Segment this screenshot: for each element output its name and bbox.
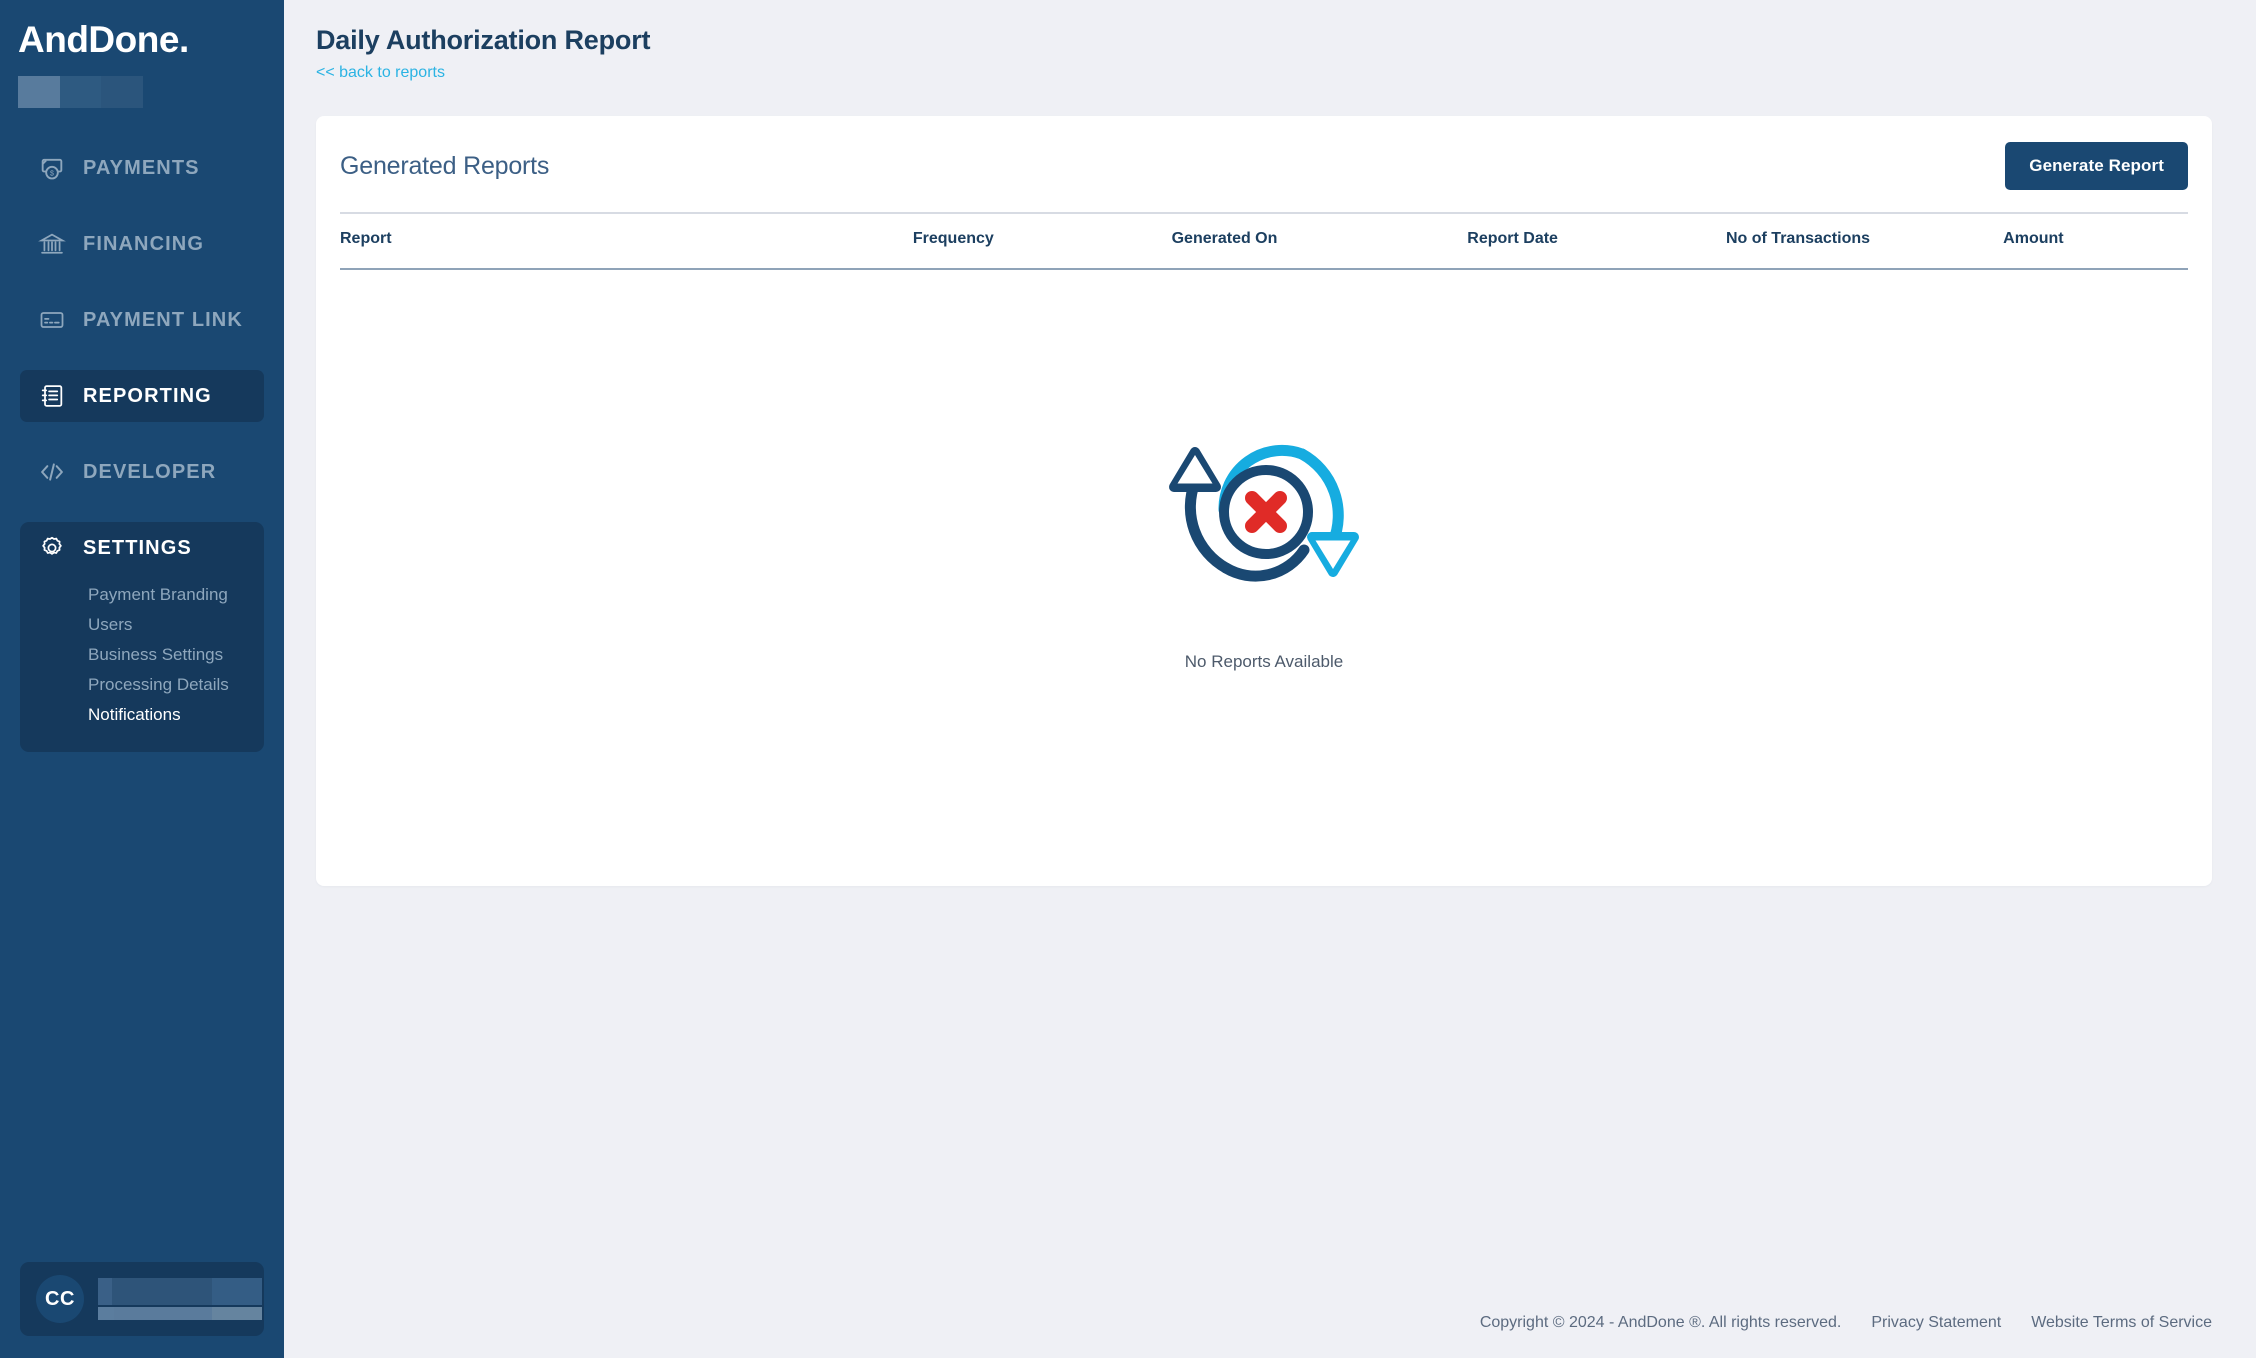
bank-icon [38, 230, 66, 258]
sidebar-subitem-business-settings[interactable]: Business Settings [88, 640, 264, 670]
column-header-report-date[interactable]: Report Date [1467, 212, 1726, 270]
sidebar-item-developer[interactable]: DEVELOPER [20, 446, 264, 498]
sidebar-item-label: PAYMENT LINK [83, 308, 243, 331]
sidebar: AndDone. $ PAYMENTS FINANCING PAYMENT LI… [0, 0, 284, 1358]
settings-sub-nav: Payment Branding Users Business Settings… [20, 580, 264, 730]
brand-logo-dot: . [178, 19, 189, 60]
back-to-reports-link[interactable]: << back to reports [316, 64, 445, 82]
column-header-report[interactable]: Report [340, 212, 913, 270]
sidebar-item-label: FINANCING [83, 232, 205, 255]
table-header-row: Report Frequency Generated On Report Dat… [340, 212, 2188, 270]
sidebar-nav: $ PAYMENTS FINANCING PAYMENT LINK REPORT… [0, 142, 284, 776]
footer: Copyright © 2024 - AndDone ®. All rights… [284, 1314, 2256, 1358]
reports-table-head: Report Frequency Generated On Report Dat… [340, 212, 2188, 270]
sidebar-item-reporting[interactable]: REPORTING [20, 370, 264, 422]
card-title: Generated Reports [340, 151, 550, 180]
merchant-name-redacted [18, 76, 143, 108]
column-header-frequency[interactable]: Frequency [912, 212, 1172, 270]
footer-terms-link[interactable]: Website Terms of Service [2031, 1314, 2212, 1332]
avatar: CC [36, 1275, 84, 1323]
svg-text:$: $ [50, 171, 54, 178]
sidebar-item-financing[interactable]: FINANCING [20, 218, 264, 270]
sidebar-subitem-processing-details[interactable]: Processing Details [88, 670, 264, 700]
report-document-icon [38, 382, 66, 410]
page-title: Daily Authorization Report [316, 25, 651, 55]
sidebar-subitem-payment-branding[interactable]: Payment Branding [88, 580, 264, 610]
empty-state-text: No Reports Available [1184, 652, 1344, 671]
column-header-amount[interactable]: Amount [2003, 212, 2188, 270]
sidebar-item-label: REPORTING [83, 384, 212, 407]
gear-icon [38, 534, 66, 562]
empty-state: No Reports Available [340, 270, 2188, 886]
sidebar-item-payment-link[interactable]: PAYMENT LINK [20, 294, 264, 346]
sidebar-subitem-users[interactable]: Users [88, 610, 264, 640]
sidebar-item-settings[interactable]: SETTINGS [20, 522, 264, 574]
brand-logo: AndDone. [18, 18, 284, 62]
sync-error-icon [1104, 400, 1424, 630]
app-root: AndDone. $ PAYMENTS FINANCING PAYMENT LI… [0, 0, 2256, 1358]
sidebar-item-label: PAYMENTS [83, 156, 200, 179]
footer-privacy-statement-link[interactable]: Privacy Statement [1871, 1314, 2001, 1332]
main-spacer [284, 886, 2256, 1314]
sidebar-item-label: DEVELOPER [83, 460, 217, 483]
footer-copyright: Copyright © 2024 - AndDone ®. All rights… [1479, 1314, 1842, 1331]
generate-report-button[interactable]: Generate Report [2005, 142, 2188, 190]
generated-reports-card: Generated Reports Generate Report Report… [316, 116, 2212, 886]
reports-table: Report Frequency Generated On Report Dat… [340, 212, 2188, 270]
column-header-generated-on[interactable]: Generated On [1171, 212, 1468, 270]
card-header: Generated Reports Generate Report [340, 116, 2188, 212]
main-content: Daily Authorization Report << back to re… [284, 0, 2256, 1358]
brand-logo-text: AndDone [18, 19, 179, 60]
sidebar-item-label: SETTINGS [83, 536, 192, 559]
user-account-button[interactable]: CC [20, 1262, 264, 1336]
code-brackets-icon [38, 458, 66, 486]
sidebar-item-payments[interactable]: $ PAYMENTS [20, 142, 264, 194]
page-header: Daily Authorization Report << back to re… [284, 0, 2256, 82]
user-name-redacted [98, 1278, 262, 1320]
sidebar-group-settings: SETTINGS Payment Branding Users Business… [20, 522, 264, 752]
card-link-icon [38, 306, 66, 334]
column-header-no-of-transactions[interactable]: No of Transactions [1725, 212, 2004, 270]
sidebar-subitem-notifications[interactable]: Notifications [88, 700, 264, 730]
banknote-coin-icon: $ [38, 154, 66, 182]
brand[interactable]: AndDone. [0, 0, 284, 108]
